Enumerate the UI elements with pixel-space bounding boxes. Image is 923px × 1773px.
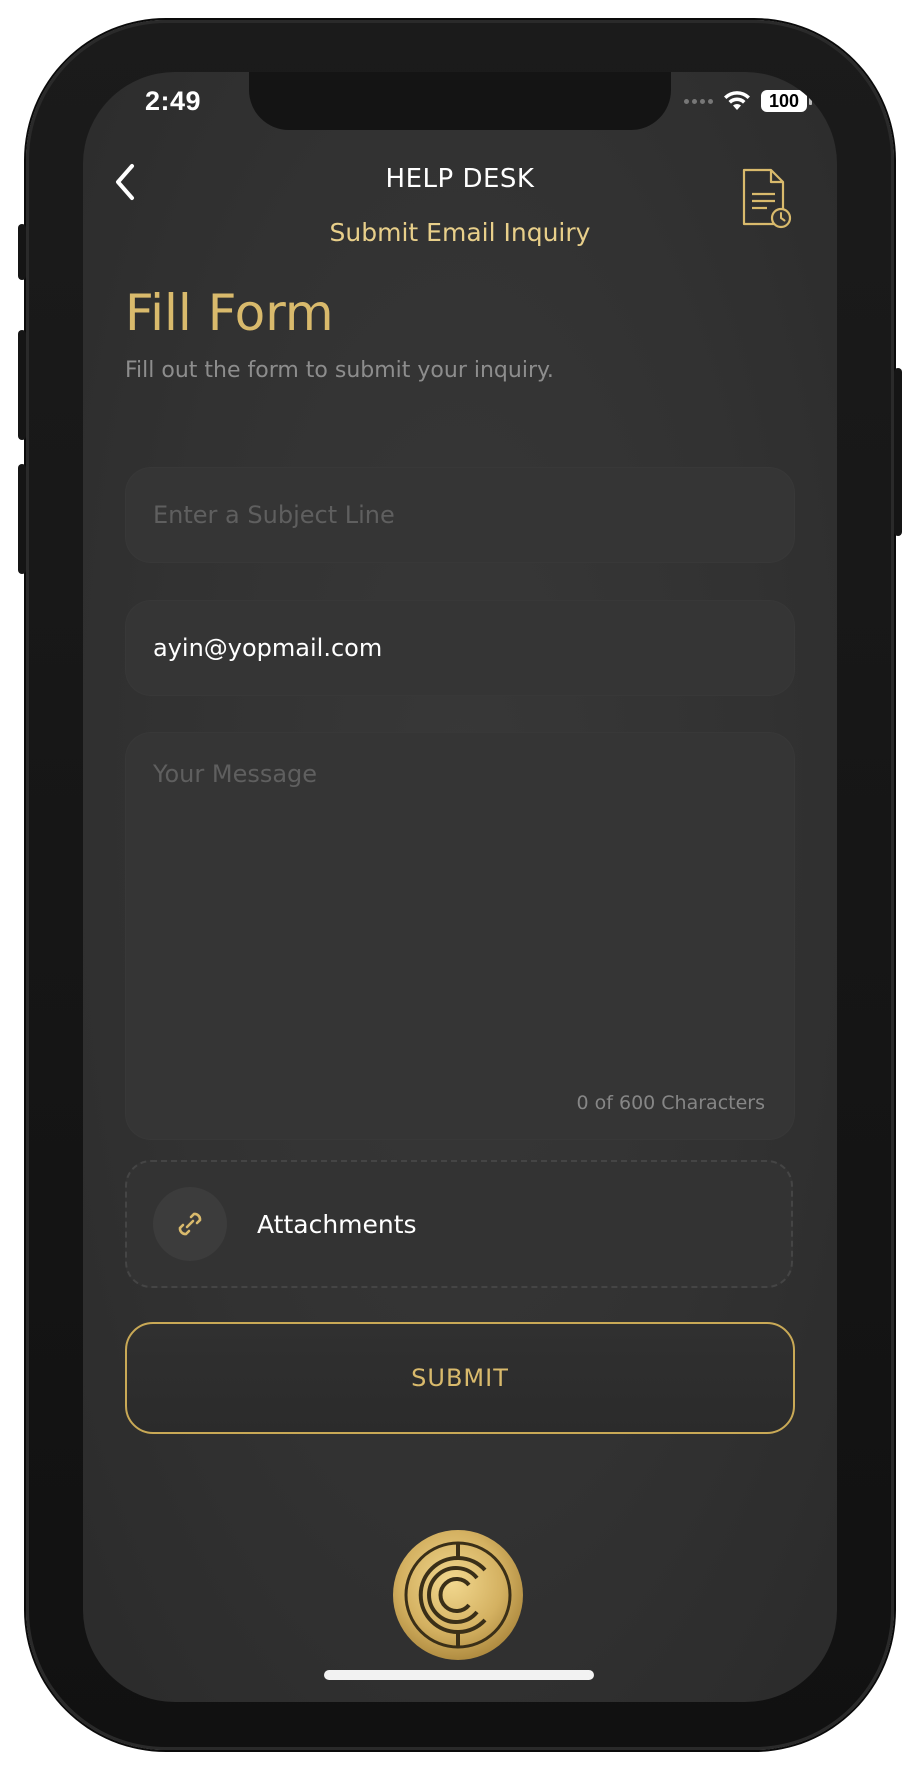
brand-logo[interactable]: [393, 1530, 523, 1660]
form-title: Fill Form: [125, 284, 334, 342]
cellular-signal-icon: [684, 98, 713, 104]
email-field[interactable]: [125, 600, 795, 696]
attachment-icon-circle: [153, 1187, 227, 1261]
wifi-icon: [724, 91, 750, 110]
notch: [249, 72, 671, 130]
link-icon: [178, 1212, 202, 1236]
subject-input[interactable]: [125, 467, 795, 563]
character-count: 0 of 600 Characters: [576, 1092, 766, 1114]
attachments-label: Attachments: [257, 1209, 417, 1239]
form-description: Fill out the form to submit your inquiry…: [125, 358, 554, 383]
message-field[interactable]: 0 of 600 Characters: [125, 732, 795, 1140]
volume-down-button: [18, 464, 26, 574]
page-subtitle: Submit Email Inquiry: [329, 218, 591, 247]
page-title: HELP DESK: [385, 164, 535, 194]
attachments-button[interactable]: Attachments: [125, 1160, 793, 1288]
power-button: [894, 368, 902, 536]
home-indicator[interactable]: [324, 1670, 594, 1680]
volume-up-button: [18, 330, 26, 440]
status-icons: 100: [684, 90, 812, 112]
app-screen: 2:49 100 HELP DESK Submit Email Inquiry …: [83, 72, 837, 1702]
email-input[interactable]: [125, 600, 795, 696]
subject-field[interactable]: [125, 467, 795, 563]
submit-button[interactable]: SUBMIT: [125, 1322, 795, 1434]
message-input[interactable]: [125, 732, 795, 1062]
brand-logo-icon: [393, 1530, 523, 1660]
battery-indicator: 100: [761, 90, 812, 112]
status-time: 2:49: [145, 86, 202, 116]
silent-switch: [18, 224, 26, 280]
